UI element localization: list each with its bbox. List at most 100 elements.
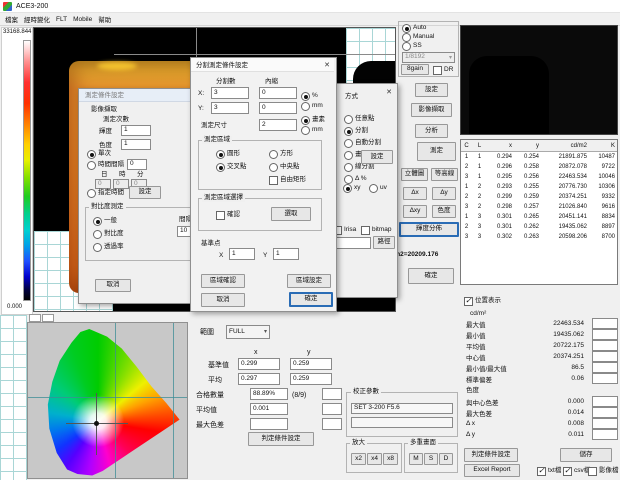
confirm-checkbox[interactable]: 確認 [216, 211, 240, 220]
delta-xy-button[interactable]: Δxy [403, 205, 427, 218]
menu-mobile[interactable]: Mobile [70, 16, 95, 23]
method-autosplit-radio[interactable]: 自動分割 [344, 139, 381, 148]
confirm-button[interactable]: 確定 [408, 268, 454, 284]
mean-field[interactable]: 0.001 [250, 403, 288, 415]
calibration-field-2[interactable] [351, 417, 453, 428]
bitmap-checkbox[interactable]: bitmap [361, 226, 392, 235]
table-row[interactable]: 130.3010.26520451.1418834 [461, 212, 617, 222]
result-field[interactable] [322, 418, 342, 430]
table-row[interactable]: 220.2990.25920374.2519332 [461, 192, 617, 202]
coord-uv-radio[interactable]: uv [369, 184, 387, 193]
luminance-distribution-button[interactable]: 輝度分佈 [399, 222, 459, 237]
contour-button[interactable]: 等高線 [431, 168, 458, 181]
method-any-radio[interactable]: 任意點 [344, 115, 375, 124]
preview-thumbnail[interactable] [460, 25, 618, 135]
result-field[interactable] [322, 388, 342, 400]
zoom-x4-button[interactable]: x4 [367, 453, 382, 465]
ref-x-field[interactable]: 0.299 [238, 358, 280, 370]
judge-settings-button[interactable]: 判定條件設定 [464, 448, 518, 462]
y-inset-field[interactable]: 0 [259, 102, 297, 114]
stat-field[interactable] [592, 362, 618, 373]
method-linesplit-radio[interactable]: 線分割 [344, 163, 375, 172]
interval-field[interactable]: 0 [127, 159, 147, 170]
interval-radio[interactable]: 時間間隔 [87, 161, 124, 170]
free-rect-checkbox[interactable]: 自由矩形 [269, 176, 306, 185]
cie-cell[interactable] [42, 314, 54, 322]
stat-field[interactable] [592, 329, 618, 340]
cie-cell[interactable] [29, 314, 41, 322]
exposure-manual-radio[interactable]: Manual [402, 33, 434, 42]
dr-checkbox[interactable]: DR [433, 66, 453, 75]
size-pixel-radio[interactable]: 畫素 [301, 116, 325, 125]
at-time-radio[interactable]: 指定時間 [87, 189, 124, 198]
cross-radio[interactable]: 交叉點 [216, 163, 247, 172]
multi-s-button[interactable]: S [424, 453, 438, 465]
max-colordiff-field[interactable] [250, 418, 288, 430]
x-inset-field[interactable]: 0 [259, 87, 297, 99]
capture-button[interactable]: 影像擷取 [411, 103, 452, 117]
size-field[interactable]: 2 [259, 119, 297, 131]
y-div-field[interactable]: 3 [211, 102, 249, 114]
rect-radio[interactable]: 方形 [269, 150, 293, 159]
table-row[interactable]: 320.2980.25721026.8409616 [461, 202, 617, 212]
gain-button[interactable]: 8gain [401, 64, 429, 75]
ref-x-field[interactable]: 1 [229, 248, 255, 260]
close-icon[interactable]: ✕ [321, 59, 333, 70]
inset-percent-radio[interactable]: % [301, 92, 318, 101]
day-field[interactable]: 0 [95, 179, 111, 189]
measure-dialog-titlebar[interactable]: 測定條件設定 [79, 89, 204, 102]
save-button[interactable]: 儲存 [560, 448, 612, 462]
measure-cancel-button[interactable]: 取消 [95, 279, 131, 292]
table-row[interactable]: 120.2930.25520776.73010306 [461, 182, 617, 192]
avg-y-field[interactable]: 0.259 [290, 373, 332, 385]
transmittance-radio[interactable]: 透過率 [93, 243, 124, 252]
table-row[interactable]: 230.3010.26219435.0628897 [461, 222, 617, 232]
coord-xy-radio[interactable]: xy [343, 184, 361, 193]
stat-field[interactable] [592, 396, 618, 407]
stat-field[interactable] [592, 418, 618, 429]
stat-field[interactable] [592, 373, 618, 384]
single-radio[interactable]: 單次 [87, 150, 111, 159]
csv-checkbox[interactable]: csv檔 [563, 467, 590, 476]
method-delta-radio[interactable]: Δ % [344, 175, 367, 184]
zoom-x2-button[interactable]: x2 [351, 453, 366, 465]
path-button[interactable]: 路徑 [373, 236, 395, 249]
close-icon[interactable]: ✕ [383, 86, 395, 97]
result-field[interactable] [322, 403, 342, 415]
image-file-checkbox[interactable]: 影像檔 [588, 467, 619, 476]
normal-radio[interactable]: 一般 [93, 217, 117, 226]
size-mm-radio[interactable]: mm [301, 126, 323, 135]
calibration-field[interactable]: SET 3-200 F5.6 [351, 403, 453, 414]
inset-mm-radio[interactable]: mm [301, 102, 323, 111]
analyze-button[interactable]: 分析 [415, 124, 448, 138]
shutter-select[interactable]: 1/8192 ▾ [402, 52, 455, 63]
stat-field[interactable] [592, 351, 618, 362]
position-display-checkbox[interactable]: 位置表示 [464, 297, 501, 306]
judge-settings-button-bottom[interactable]: 判定條件設定 [248, 432, 314, 446]
stat-field[interactable] [592, 318, 618, 329]
time-set-button[interactable]: 設定 [129, 186, 161, 199]
excel-report-button[interactable]: Excel Report [464, 464, 520, 477]
ref-y-field[interactable]: 0.259 [290, 358, 332, 370]
solid-view-button[interactable]: 立體圖 [401, 168, 428, 181]
multi-d-button[interactable]: D [439, 453, 453, 465]
measure-button[interactable]: 測定 [417, 142, 456, 161]
hour-field[interactable]: 0 [113, 179, 129, 189]
result-table[interactable]: C L x y cd/m2 K 110.2940.25421891.875104… [460, 139, 618, 285]
table-row[interactable]: 210.2960.25820872.0789722 [461, 162, 617, 172]
delta-y-button[interactable]: Δy [432, 187, 456, 200]
ref-y-field[interactable]: 1 [273, 248, 299, 260]
table-row[interactable]: 330.3020.26320598.2068700 [461, 232, 617, 242]
menu-trend[interactable]: 經時變化 [21, 14, 53, 24]
set-button[interactable]: 設定 [415, 83, 448, 97]
cie-diagram-panel[interactable] [27, 322, 188, 479]
chroma-map-button[interactable]: 色度 [432, 205, 456, 218]
stat-field[interactable] [592, 407, 618, 418]
exposure-auto-radio[interactable]: Auto [402, 24, 426, 33]
table-row[interactable]: 110.2940.25421891.87510487 [461, 152, 617, 162]
method-set-button[interactable]: 設定 [361, 150, 393, 164]
menu-help[interactable]: 幫助 [95, 14, 114, 24]
ok-button[interactable]: 確定 [289, 292, 333, 307]
contrast-radio[interactable]: 對比度 [93, 230, 124, 239]
range-select[interactable]: FULL ▾ [226, 325, 270, 339]
